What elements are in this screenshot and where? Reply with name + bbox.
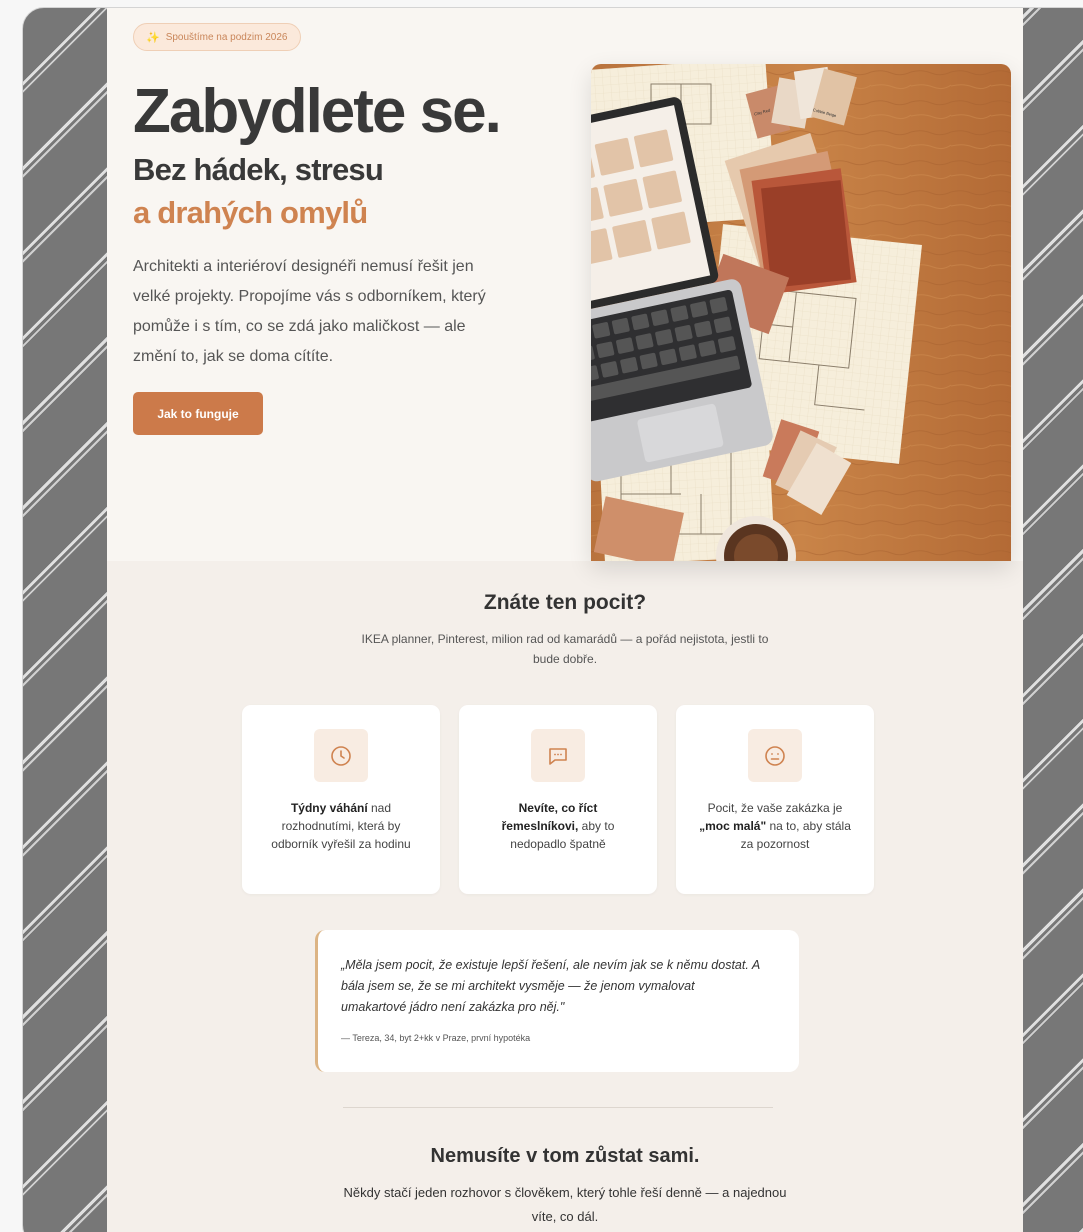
pain-section-subtitle: IKEA planner, Pinterest, milion rad od k… [361,632,769,666]
browser-frame: ✨ Spouštíme na podzim 2026 Zabydlete se.… [22,7,1083,1232]
sparkle-icon: ✨ [146,31,160,44]
testimonial-text: „Měla jsem pocit, že existuje lepší řeše… [341,958,760,1014]
clock-icon [314,729,368,782]
pain-card-text: Pocit, že vaše zakázka je „moc malá" na … [699,801,851,851]
pain-card-too-small: Pocit, že vaše zakázka je „moc malá" na … [676,705,874,894]
pain-card-indecision: Týdny váhání nad rozhodnutími, která by … [242,705,440,894]
hero-lead: Architekti a interiéroví designéři nemus… [133,258,486,365]
hero-subtitle-line2: a drahých omylů [133,195,368,230]
together-section-subtitle: Někdy stačí jeden rozhovor s člověkem, k… [343,1185,787,1224]
hero-section: ✨ Spouštíme na podzim 2026 Zabydlete se.… [107,8,1023,561]
pain-card-text: Nevíte, co říct řemeslníkovi, aby to ned… [501,801,615,851]
launch-badge: ✨ Spouštíme na podzim 2026 [133,23,302,51]
message-icon [531,729,585,782]
testimonial-author: — Tereza, 34, byt 2+kk v Praze, první hy… [341,1033,531,1043]
section-divider [343,1107,773,1108]
hero-subtitle-line1: Bez hádek, stresu [133,152,384,187]
how-it-works-button[interactable]: Jak to funguje [133,392,263,435]
testimonial-quote: „Měla jsem pocit, že existuje lepší řeše… [315,930,799,1072]
hero-image: Clay Red Cobble Beige [591,64,1011,561]
pain-card-text: Týdny váhání nad rozhodnutími, která by … [271,801,411,851]
landing-page: ✨ Spouštíme na podzim 2026 Zabydlete se.… [107,8,1023,1232]
together-section-title: Nemusíte v tom zůstat sami. [430,1145,700,1167]
hero-title: Zabydlete se. [133,77,502,146]
launch-badge-label: Spouštíme na podzim 2026 [165,31,288,43]
neutral-face-icon [748,729,802,782]
pain-section-title: Znáte ten pocit? [483,591,647,614]
pain-card-communication: Nevíte, co říct řemeslníkovi, aby to ned… [459,705,657,894]
